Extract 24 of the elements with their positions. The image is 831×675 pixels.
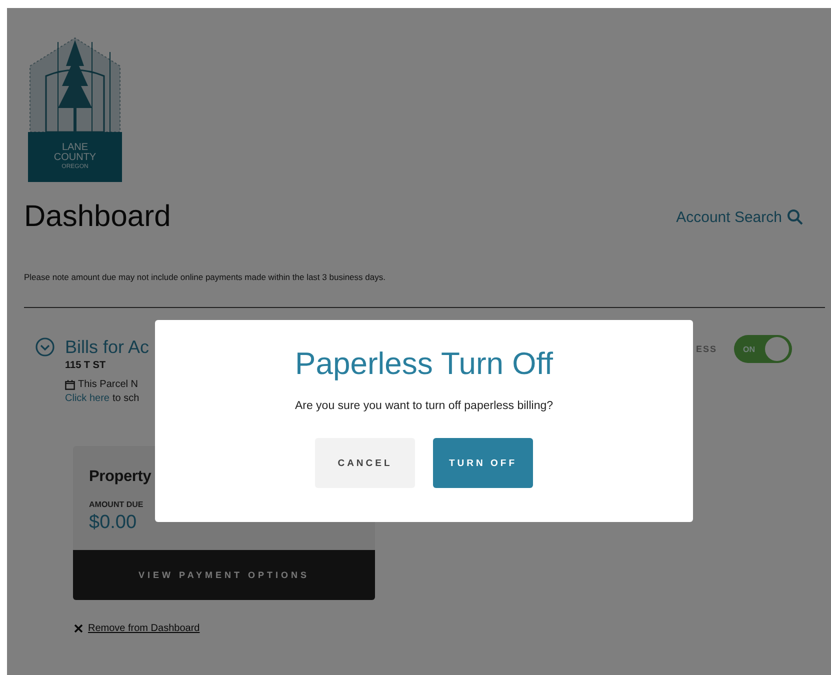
bills-title: Bills for Ac <box>65 336 150 358</box>
remove-link[interactable]: Remove from Dashboard <box>88 623 200 634</box>
calendar-icon <box>65 380 75 390</box>
logo-text: LANE <box>62 143 88 153</box>
amount-label: AMOUNT DUE <box>89 500 144 509</box>
cancel-button[interactable]: CANCEL <box>315 438 415 488</box>
account-search-link[interactable]: Account Search <box>676 208 803 226</box>
paperless-label: ESS <box>696 344 717 354</box>
card-title: Property <box>89 468 152 486</box>
amount-value: $0.00 <box>89 512 138 534</box>
note-text: Please note amount due may not include online payments made within the last 3 business days. <box>24 272 386 282</box>
chevron-down-icon[interactable] <box>35 337 55 357</box>
dialog-message: Are you sure you want to turn off paperless billing? <box>294 400 554 412</box>
schedule-text: to sch <box>112 393 140 404</box>
search-icon <box>787 209 803 225</box>
close-icon <box>74 624 83 633</box>
notice-text: This Parcel N <box>78 379 138 390</box>
address-text: 115 T ST <box>65 360 107 371</box>
view-payment-options-button[interactable]: VIEW PAYMENT OPTIONS <box>73 550 375 600</box>
logo-text: COUNTY <box>54 153 96 163</box>
page-title: Dashboard <box>24 200 171 234</box>
click-here-link[interactable]: Click here <box>65 393 110 404</box>
dialog-title: Paperless Turn Off <box>294 346 554 382</box>
turn-off-button[interactable]: TURN OFF <box>433 438 533 488</box>
